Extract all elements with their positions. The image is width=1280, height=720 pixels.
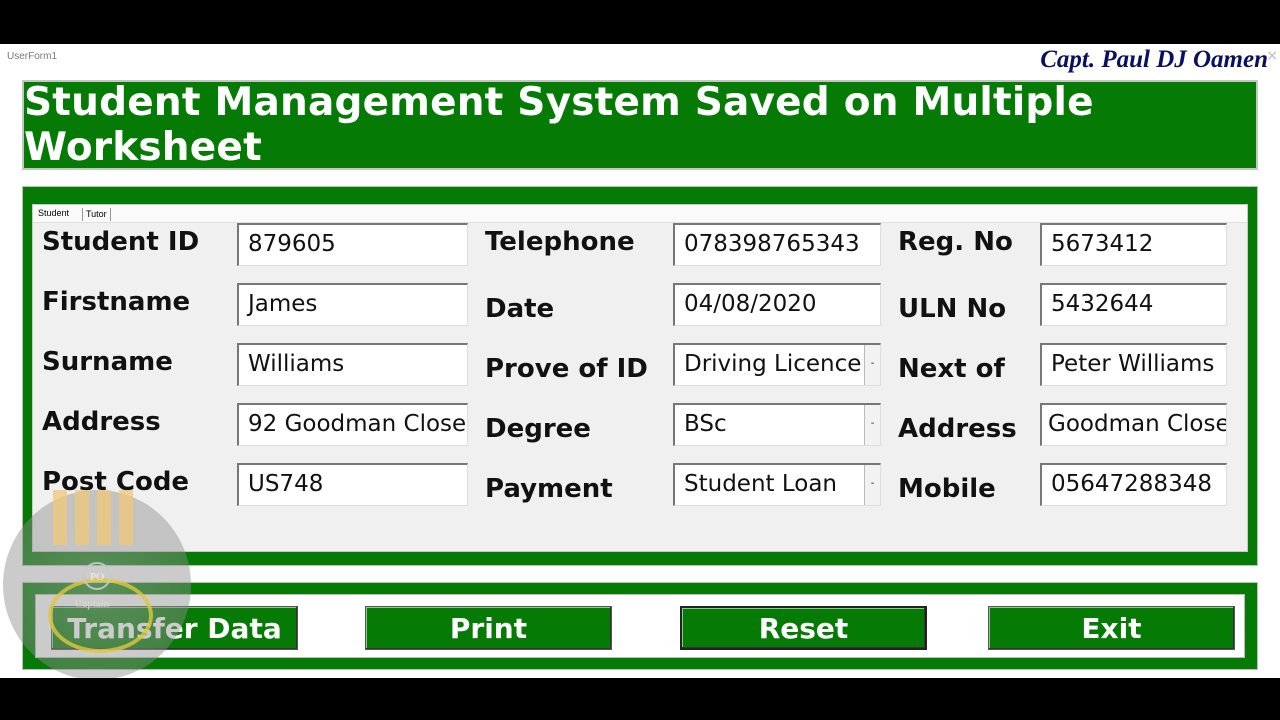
next-of-kin-field[interactable]: Peter Williams — [1040, 343, 1227, 386]
tab-tutor[interactable]: Tutor — [82, 208, 111, 221]
degree-combobox[interactable]: BSc - — [673, 403, 881, 446]
firstname-field[interactable]: James — [237, 283, 468, 326]
tab-strip: Student Tutor — [33, 205, 1247, 223]
transfer-data-button[interactable]: Transfer Data — [51, 606, 298, 650]
date-field[interactable]: 04/08/2020 — [673, 283, 881, 326]
telephone-field[interactable]: 078398765343 — [673, 223, 881, 266]
label-telephone: Telephone — [485, 227, 635, 257]
label-next-of-kin: Next of — [898, 354, 1005, 384]
title-banner: Student Management System Saved on Multi… — [22, 80, 1258, 170]
dropdown-arrow-icon[interactable]: - — [864, 345, 880, 385]
userform-window: UserForm1 Capt. Paul DJ Oamen × Student … — [0, 44, 1280, 678]
multipage: Student Tutor Student ID 879605 Firstnam… — [32, 204, 1248, 552]
window-title: UserForm1 — [7, 51, 58, 62]
tab-student[interactable]: Student — [35, 206, 72, 221]
payment-combobox[interactable]: Student Loan - — [673, 463, 881, 506]
label-prove-of-id: Prove of ID — [485, 354, 648, 384]
button-frame: Transfer Data Print Reset Exit — [35, 594, 1245, 658]
label-student-id: Student ID — [42, 227, 200, 257]
dropdown-arrow-icon[interactable]: - — [864, 465, 880, 505]
label-uln-no: ULN No — [898, 294, 1007, 324]
author-name: Capt. Paul DJ Oamen — [1040, 46, 1268, 73]
label-post-code: Post Code — [42, 467, 190, 497]
label-payment: Payment — [485, 474, 613, 504]
button-panel: Transfer Data Print Reset Exit — [22, 582, 1258, 670]
letterbox-bottom — [0, 678, 1280, 720]
label-firstname: Firstname — [42, 287, 191, 317]
post-code-field[interactable]: US748 — [237, 463, 468, 506]
print-button[interactable]: Print — [365, 606, 612, 650]
degree-value: BSc — [684, 411, 727, 437]
label-kin-address: Address — [898, 414, 1017, 444]
reg-no-field[interactable]: 5673412 — [1040, 223, 1227, 266]
kin-address-field[interactable]: Goodman Close — [1040, 403, 1227, 446]
label-mobile: Mobile — [898, 474, 996, 504]
payment-value: Student Loan — [684, 471, 838, 497]
exit-button[interactable]: Exit — [988, 606, 1235, 650]
dropdown-arrow-icon[interactable]: - — [864, 405, 880, 445]
label-address: Address — [42, 407, 161, 437]
label-surname: Surname — [42, 347, 173, 377]
prove-of-id-value: Driving Licence — [684, 351, 862, 377]
close-icon[interactable]: × — [1266, 48, 1278, 64]
student-id-field[interactable]: 879605 — [237, 223, 468, 266]
student-panel: Student Tutor Student ID 879605 Firstnam… — [22, 186, 1258, 566]
label-degree: Degree — [485, 414, 591, 444]
surname-field[interactable]: Williams — [237, 343, 468, 386]
reset-button[interactable]: Reset — [680, 606, 927, 650]
mobile-field[interactable]: 05647288348 — [1040, 463, 1227, 506]
prove-of-id-combobox[interactable]: Driving Licence - — [673, 343, 881, 386]
label-reg-no: Reg. No — [898, 227, 1013, 257]
label-date: Date — [485, 294, 555, 324]
page-title: Student Management System Saved on Multi… — [24, 80, 1094, 170]
address-field[interactable]: 92 Goodman Close — [237, 403, 468, 446]
uln-no-field[interactable]: 5432644 — [1040, 283, 1227, 326]
